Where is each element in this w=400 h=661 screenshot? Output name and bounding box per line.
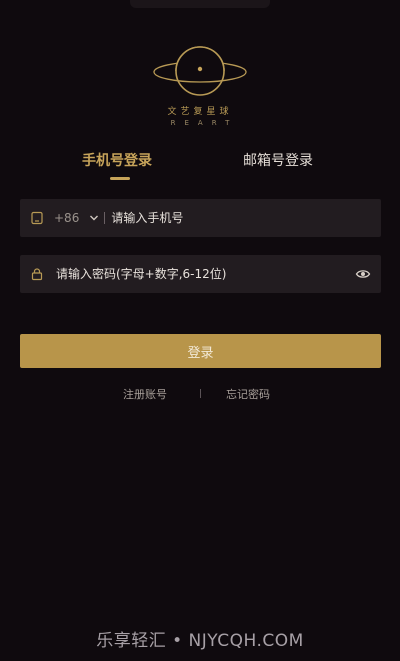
login-button[interactable]: 登录 bbox=[20, 334, 381, 368]
status-bar-notch bbox=[130, 0, 270, 8]
tab-email-login[interactable]: 邮箱号登录 bbox=[243, 150, 313, 170]
watermark: 乐享轻汇 • NJYCQH.COM bbox=[96, 631, 304, 651]
phone-icon bbox=[30, 211, 44, 225]
chevron-down-icon[interactable] bbox=[89, 213, 99, 223]
field-divider bbox=[104, 212, 106, 224]
tab-phone-login[interactable]: 手机号登录 bbox=[82, 150, 152, 170]
eye-icon[interactable] bbox=[355, 266, 371, 282]
auth-links: 注册账号 忘记密码 bbox=[0, 386, 400, 404]
forgot-password-link[interactable]: 忘记密码 bbox=[226, 386, 270, 402]
login-tabs: 手机号登录 邮箱号登录 bbox=[0, 150, 400, 190]
phone-field: +86 bbox=[20, 199, 381, 237]
phone-input[interactable] bbox=[111, 211, 342, 225]
country-code[interactable]: +86 bbox=[54, 211, 79, 225]
links-separator bbox=[200, 389, 201, 398]
brand-name-cn: 文艺复星球 bbox=[167, 107, 233, 117]
lock-icon bbox=[30, 267, 44, 281]
planet-logo-icon bbox=[153, 46, 247, 96]
brand-name-en: REART bbox=[170, 119, 239, 127]
brand-logo: 文艺复星球 REART bbox=[0, 44, 400, 127]
active-tab-indicator bbox=[110, 177, 130, 180]
register-link[interactable]: 注册账号 bbox=[123, 386, 167, 402]
password-field bbox=[20, 255, 381, 293]
password-input[interactable] bbox=[56, 267, 326, 281]
